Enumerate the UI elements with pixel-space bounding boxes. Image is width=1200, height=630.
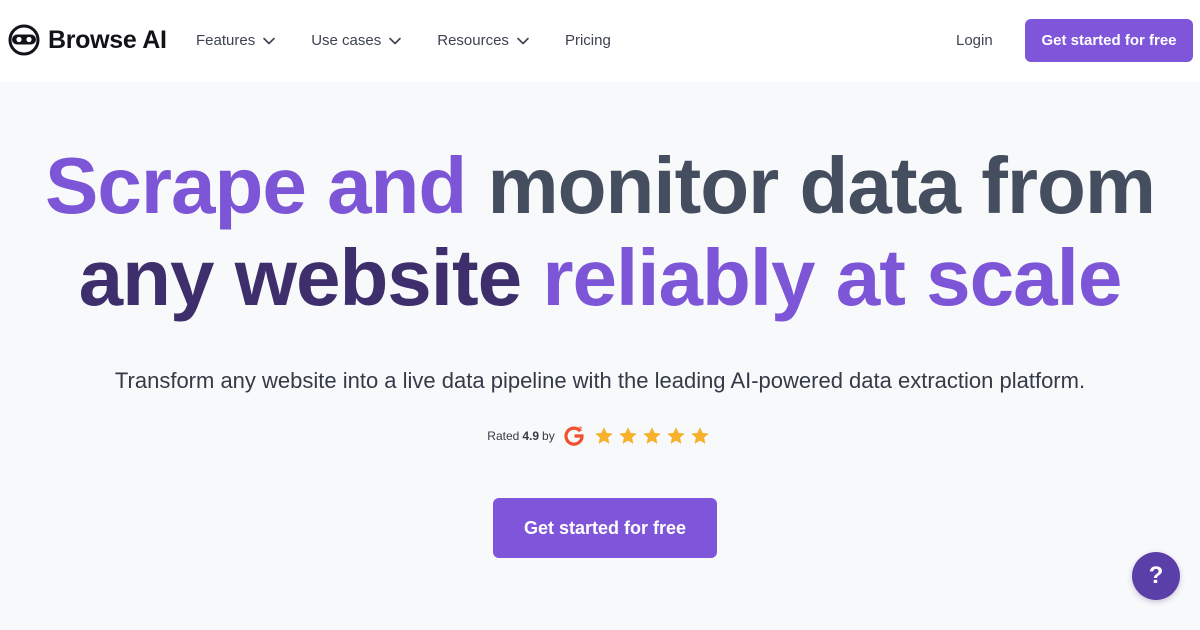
chevron-down-icon (389, 37, 402, 45)
login-link[interactable]: Login (956, 28, 993, 54)
hero-title-word: data (799, 141, 961, 230)
rating-row: Rated 4.9 by 2 (0, 425, 1200, 447)
rating-by: by (542, 429, 555, 443)
hero-title-word: and (327, 141, 467, 230)
g2-logo-icon[interactable]: 2 (563, 425, 585, 447)
hero-title-word: Scrape (44, 141, 307, 230)
star-icon (690, 427, 709, 444)
nav-item-label: Use cases (311, 32, 382, 49)
hero-title-word: any (78, 233, 215, 322)
main-nav: Features Use cases Resources Pricing (196, 28, 646, 54)
nav-item-pricing[interactable]: Pricing (565, 28, 611, 54)
hero-subtitle: Transform any website into a live data p… (114, 368, 1086, 393)
chevron-down-icon (517, 37, 529, 45)
hero-title-word: scale (926, 233, 1122, 322)
hero-title-word: monitor (487, 141, 780, 230)
svg-text:2: 2 (578, 426, 582, 433)
hero-title-word: reliably (542, 233, 815, 322)
rating-stars (593, 425, 713, 447)
star-icon (642, 427, 661, 444)
star-icon (666, 427, 685, 444)
hero-title-word: from (981, 141, 1156, 230)
chevron-down-icon (263, 37, 276, 45)
hero-title-word: website (234, 233, 522, 322)
brand-name: Browse AI (48, 26, 167, 54)
page: Browse AI Features Use cases Resources P… (0, 0, 1200, 630)
brand-logo[interactable]: Browse AI (8, 24, 167, 56)
hero-title-line-1: Scrape and monitor data from (0, 140, 1200, 232)
star-icon (618, 427, 637, 444)
star-icon (594, 427, 613, 444)
hero-title-line-2: any website reliably at scale (0, 232, 1200, 324)
robot-face-icon (8, 24, 40, 56)
get-started-hero-button[interactable]: Get started for free (493, 498, 717, 558)
nav-item-features[interactable]: Features (196, 28, 276, 54)
nav-item-label: Resources (437, 32, 509, 49)
rating-score: 4.9 (522, 429, 540, 443)
nav-item-use-cases[interactable]: Use cases (311, 28, 402, 54)
nav-item-label: Pricing (564, 32, 611, 49)
help-chat-button[interactable]: ? (1132, 552, 1180, 600)
get-started-header-button[interactable]: Get started for free (1025, 19, 1193, 62)
hero-title: Scrape and monitor data from any website… (0, 140, 1200, 324)
nav-item-resources[interactable]: Resources (437, 28, 530, 54)
rating-prefix: Rated (487, 429, 520, 443)
nav-item-label: Features (196, 32, 256, 49)
hero-title-word: at (835, 233, 906, 322)
site-header: Browse AI Features Use cases Resources P… (0, 0, 1200, 82)
